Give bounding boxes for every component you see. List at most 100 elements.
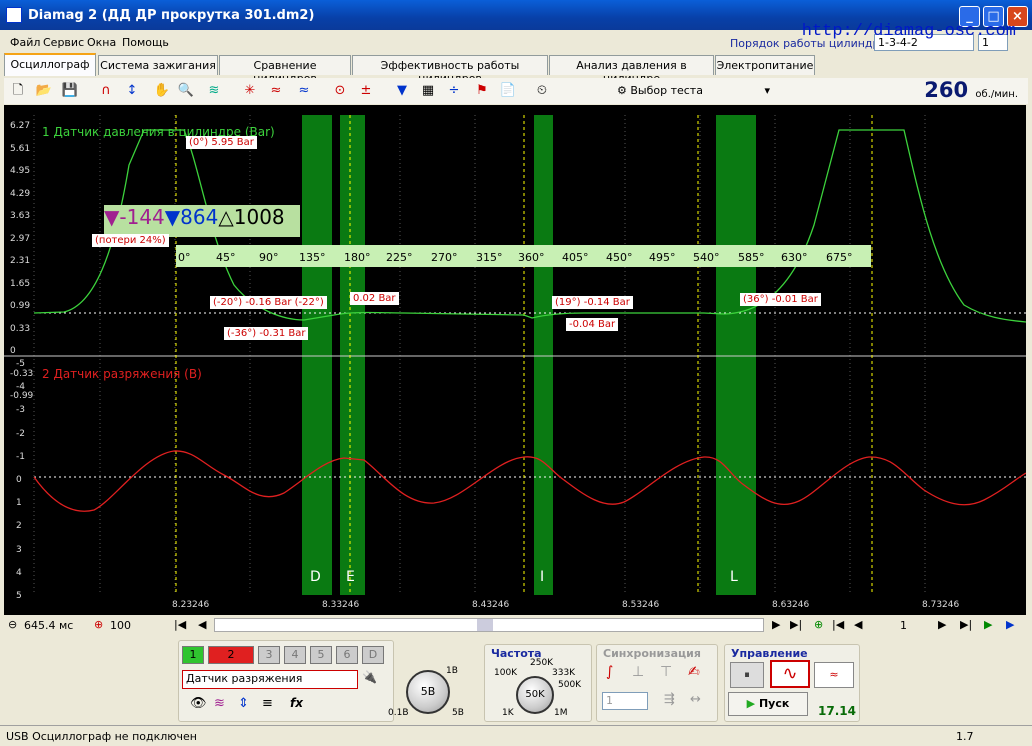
freq-1k: 1K	[502, 708, 514, 718]
zoom-out-icon[interactable]: ⊖	[8, 618, 17, 631]
volts-min: 0.1В	[388, 708, 409, 718]
play-icon[interactable]: ▶	[984, 618, 992, 631]
hand-icon[interactable]: ✋	[152, 81, 172, 101]
site-url[interactable]: http://diamag-osc.com	[802, 22, 1016, 41]
flag-icon[interactable]: ⚑	[472, 81, 492, 101]
divider-icon[interactable]: ÷	[444, 81, 464, 101]
page-last-button[interactable]: ▶|	[960, 618, 972, 631]
annotation-m004: -0.04 Bar	[566, 318, 619, 331]
sync-down-icon[interactable]: ⊤	[660, 664, 672, 680]
lines-icon[interactable]: ≡	[262, 696, 273, 711]
last-button[interactable]: ▶|	[790, 618, 802, 631]
channel-3-button[interactable]: 3	[258, 646, 280, 664]
cursor-measure-box: ▼-144▼864△1008	[104, 205, 300, 237]
page-next-button[interactable]: ▶	[938, 618, 946, 631]
sensor-settings-icon[interactable]: 🔌	[362, 670, 377, 684]
annotation-loss: (потери 24%)	[92, 234, 169, 247]
sync-shift-icon[interactable]: ⇶	[664, 692, 675, 707]
freq-100k: 100K	[494, 668, 518, 678]
first-page-button[interactable]: |◀	[174, 618, 186, 631]
sync-rise-icon[interactable]: ∫	[606, 664, 613, 680]
rpm-unit: об./мин.	[975, 89, 1018, 100]
channel-4-button[interactable]: 4	[284, 646, 306, 664]
prev-page-button[interactable]: ◀	[198, 618, 206, 631]
volts-knob[interactable]: 5В	[406, 670, 450, 714]
sync-channel-select[interactable]: 1	[602, 692, 648, 710]
page-number[interactable]: 1	[900, 619, 907, 632]
zoom-in-icon[interactable]: ⊕	[94, 618, 103, 631]
continuous-mode-button[interactable]: ≈	[814, 662, 854, 688]
tab-pressure-analysis[interactable]: Анализ давления в цилиндре	[549, 55, 714, 85]
single-mode-button[interactable]: ∿	[770, 660, 810, 688]
channel-5-button[interactable]: 5	[310, 646, 332, 664]
offset-icon[interactable]: ⇕	[238, 696, 249, 711]
annotation-002: 0.02 Bar	[350, 292, 399, 305]
marker-e: E	[346, 569, 355, 585]
menu-file[interactable]: Файл	[10, 36, 40, 49]
pause-button[interactable]: ⏸	[730, 662, 764, 688]
amplitude-select[interactable]: 100	[110, 619, 131, 632]
save-icon[interactable]: 💾	[60, 81, 80, 101]
channel-2-button[interactable]: 2	[208, 646, 254, 664]
grid-icon[interactable]: ▦	[418, 81, 438, 101]
counter-value: 17.14	[818, 704, 856, 718]
math-icon[interactable]: ✳	[240, 81, 260, 101]
channel-6-button[interactable]: 6	[336, 646, 358, 664]
waveform-icon[interactable]: ≈	[294, 81, 314, 101]
channel-d-button[interactable]: D	[362, 646, 384, 664]
marker-i: I	[540, 569, 545, 585]
tab-oscillograph[interactable]: Осциллограф	[4, 53, 96, 76]
open-folder-icon[interactable]: 📂	[34, 81, 54, 101]
tab-power[interactable]: Электропитание	[715, 55, 815, 75]
document-icon[interactable]: 📄	[498, 81, 518, 101]
sync-up-icon[interactable]: ⊥	[632, 664, 644, 680]
volts-max: 5В	[452, 708, 464, 718]
time-scale-select[interactable]: 645.4 мс	[24, 619, 73, 632]
trigger-icon[interactable]: ∩	[96, 81, 116, 101]
menu-windows[interactable]: Окна	[87, 36, 116, 49]
auto-icon[interactable]: ⊙	[330, 81, 350, 101]
funnel-icon[interactable]: ▼	[392, 81, 412, 101]
add-icon[interactable]: ⊕	[814, 618, 823, 631]
menu-service[interactable]: Сервис	[43, 36, 84, 49]
next-button[interactable]: ▶	[772, 618, 780, 631]
tab-ignition[interactable]: Система зажигания	[98, 55, 218, 75]
test-select-label: Выбор теста	[630, 84, 703, 97]
filter-icon[interactable]: ≋	[204, 81, 224, 101]
invert-icon[interactable]: ≋	[214, 696, 225, 711]
play-blue-icon[interactable]: ▶	[1006, 618, 1014, 631]
new-file-icon[interactable]: 🗋	[8, 81, 28, 101]
tab-cylinder-compare[interactable]: Сравнение цилиндров	[219, 55, 351, 85]
auto-clock-icon[interactable]: ⏲	[532, 81, 552, 101]
page-first-button[interactable]: |◀	[832, 618, 844, 631]
window-title: Diamag 2 (ДД ДР прокрутка 301.dm2)	[28, 8, 315, 23]
sensor-select[interactable]: Датчик разряжения	[182, 670, 358, 689]
page-prev-button[interactable]: ◀	[854, 618, 862, 631]
eye-icon[interactable]: 👁	[190, 696, 207, 711]
wave-icon[interactable]: ≈	[266, 81, 286, 101]
oscilloscope-display[interactable]: 1 Датчик давления в цилиндре (Bar) 2 Дат…	[4, 105, 1026, 615]
scrollbar[interactable]	[214, 618, 764, 632]
rpm-display: 260 об./мин.	[924, 78, 1018, 102]
scrollbar-thumb[interactable]	[477, 619, 493, 631]
sync-panel: Синхронизация	[596, 644, 718, 722]
zero-icon[interactable]: ±	[356, 81, 376, 101]
cursor-icon[interactable]: ↕	[122, 81, 142, 101]
menu-help[interactable]: Помощь	[122, 36, 169, 49]
sync-auto-icon[interactable]: ✍	[688, 664, 700, 680]
start-label: Пуск	[758, 697, 790, 710]
ch2-label: 2 Датчик разряжения (В)	[42, 367, 202, 381]
freq-1m: 1M	[554, 708, 568, 718]
ch2-axis: -5 -4 -3 -2 -1 0 1 2 3 4 5	[16, 359, 25, 602]
annotation-m36: (-36°) -0.31 Bar	[224, 327, 309, 340]
start-button[interactable]: ▶ Пуск	[728, 692, 808, 716]
scope-controls: ⊖ 645.4 мс ⊕ 100 |◀ ◀ ▶ ▶| ⊕ |◀ ◀ 1 ▶ ▶|…	[4, 616, 1028, 635]
zoom-icon[interactable]: 🔍	[176, 81, 196, 101]
channel-1-button[interactable]: 1	[182, 646, 204, 664]
volts-top: 1В	[446, 666, 458, 676]
test-select[interactable]: ⚙ Выбор теста ▾	[614, 80, 774, 101]
tab-cylinder-efficiency[interactable]: Эффективность работы цилиндров	[352, 55, 548, 85]
sync-center-icon[interactable]: ↔	[690, 692, 701, 707]
frequency-knob[interactable]: 50K	[516, 676, 554, 714]
function-icon[interactable]: fx	[290, 696, 303, 710]
